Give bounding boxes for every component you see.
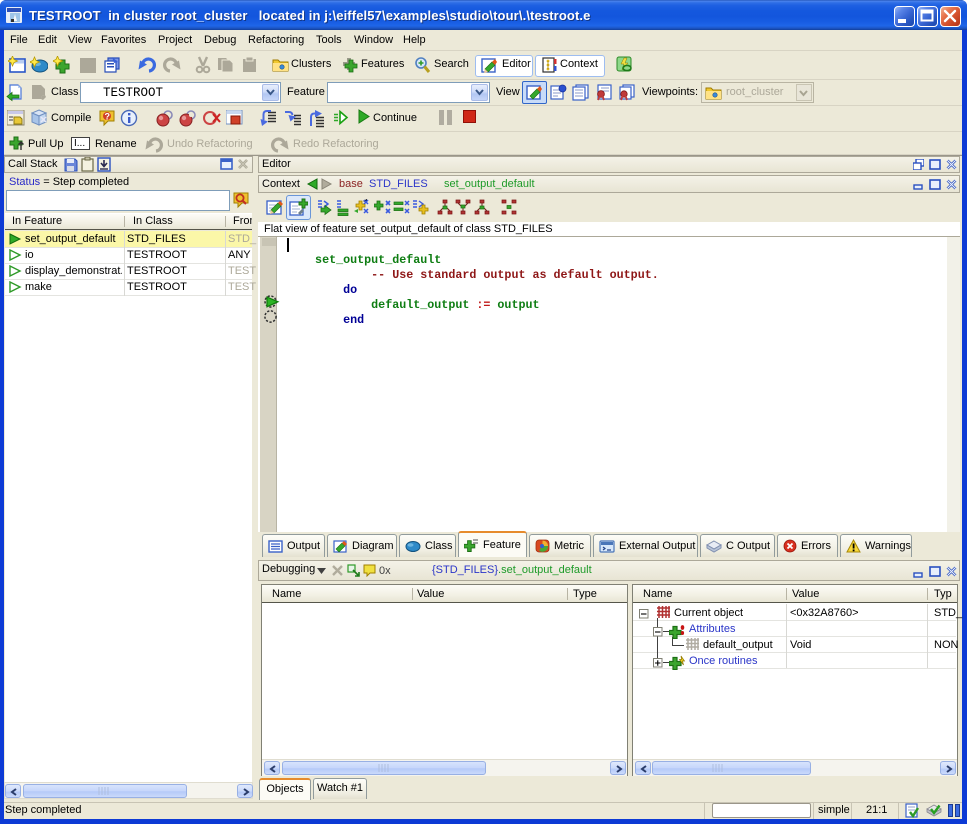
svg-text:?: ? [105,112,111,122]
